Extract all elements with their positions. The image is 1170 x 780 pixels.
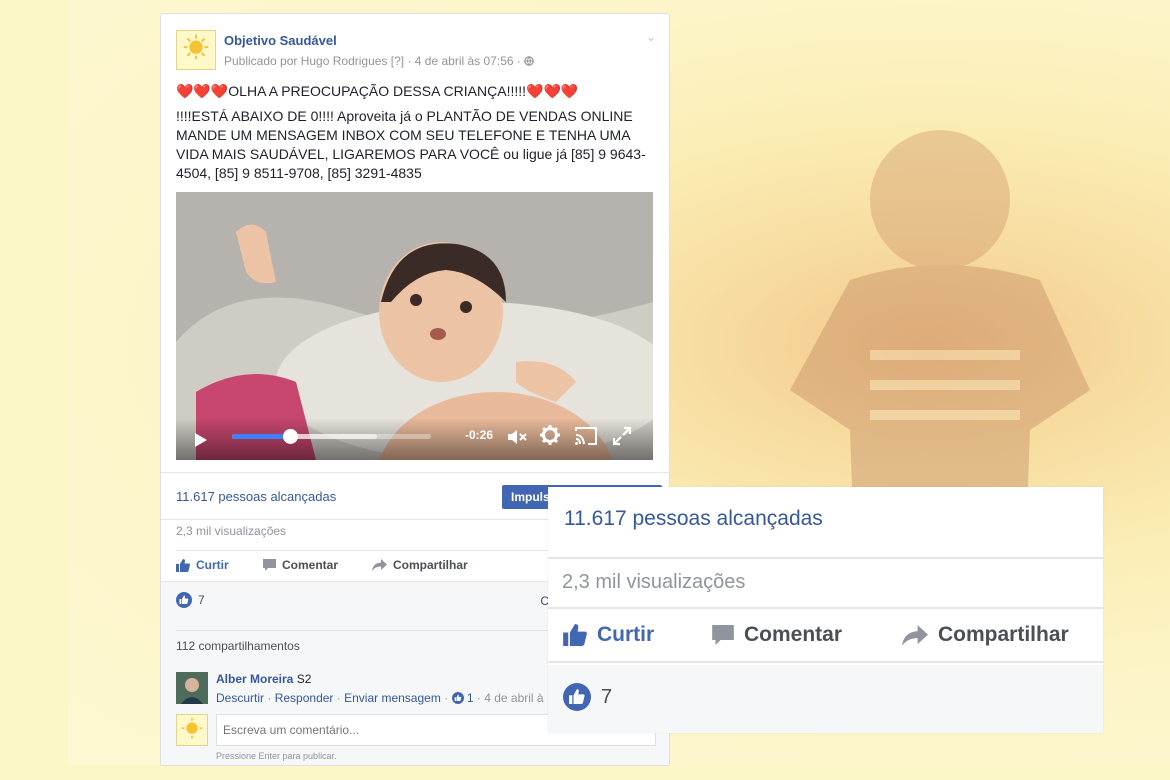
comment-like-count[interactable]: 1 bbox=[467, 691, 474, 705]
reach-link[interactable]: 11.617 pessoas alcançadas bbox=[176, 489, 336, 504]
zoom-action-bar: Curtir Comentar Compartilhar bbox=[548, 611, 1103, 663]
comment-label: Comentar bbox=[282, 558, 339, 572]
zoom-like-label: Curtir bbox=[597, 623, 655, 646]
zoom-comment-button[interactable]: Comentar bbox=[712, 623, 842, 647]
comment-author[interactable]: Alber Moreira bbox=[216, 672, 293, 686]
post-timestamp[interactable]: · 4 de abril às 07:56 · bbox=[407, 54, 520, 68]
post-meta: Publicado por Hugo Rodrigues [?] · 4 de … bbox=[224, 54, 535, 68]
comment-links: Descurtir · Responder · Enviar mensagem … bbox=[216, 691, 544, 705]
video-controls: -0:26 bbox=[176, 418, 653, 460]
zoom-likes-row: 7 bbox=[548, 665, 1103, 733]
zoom-likes-summary[interactable]: 7 bbox=[563, 683, 612, 711]
like-icon bbox=[176, 558, 190, 572]
time-remaining: -0:26 bbox=[465, 428, 494, 442]
share-label: Compartilhar bbox=[393, 558, 468, 572]
comment-time[interactable]: 4 de abril à bbox=[484, 691, 543, 705]
progress-thumb[interactable] bbox=[282, 429, 298, 444]
page-logo bbox=[176, 714, 208, 746]
play-icon[interactable] bbox=[194, 432, 208, 448]
published-by[interactable]: Publicado por Hugo Rodrigues bbox=[224, 54, 387, 68]
comment-icon bbox=[712, 625, 734, 645]
zoom-inset: 11.617 pessoas alcançadas 2,3 mil visual… bbox=[548, 487, 1103, 733]
like-button[interactable]: Curtir bbox=[176, 558, 229, 572]
mute-icon[interactable] bbox=[507, 428, 527, 446]
zoom-views-count: 2,3 mil visualizações bbox=[562, 571, 746, 593]
post-text: ❤️❤️❤️OLHA A PREOCUPAÇÃO DESSA CRIANÇA!!… bbox=[176, 82, 656, 189]
settings-icon[interactable] bbox=[539, 424, 561, 446]
likes-summary[interactable]: 7 bbox=[176, 592, 205, 608]
zoom-comment-label: Comentar bbox=[744, 623, 843, 646]
cast-icon[interactable] bbox=[574, 426, 598, 446]
page-name-link[interactable]: Objetivo Saudável bbox=[224, 33, 337, 48]
post-header: Objetivo Saudável Publicado por Hugo Rod… bbox=[176, 30, 656, 75]
zoom-share-label: Compartilhar bbox=[938, 623, 1069, 646]
post-text-body: !!!!ESTÁ ABAIXO DE 0!!!! Aproveita já o … bbox=[176, 108, 646, 181]
video-player[interactable]: -0:26 bbox=[176, 192, 653, 460]
like-count: 7 bbox=[198, 593, 205, 607]
composer-hint: Pressione Enter para publicar. bbox=[216, 751, 337, 761]
unlike-link[interactable]: Descurtir bbox=[216, 691, 264, 705]
separator: · bbox=[267, 691, 272, 705]
zoom-share-button[interactable]: Compartilhar bbox=[902, 623, 1069, 647]
like-label: Curtir bbox=[196, 558, 229, 572]
share-button[interactable]: Compartilhar bbox=[372, 558, 468, 572]
help-marker[interactable]: [?] bbox=[391, 54, 404, 68]
chevron-down-icon[interactable]: ⌄ bbox=[646, 30, 656, 44]
zoom-reach-row: 11.617 pessoas alcançadas bbox=[548, 487, 1103, 559]
separator: · bbox=[336, 691, 341, 705]
globe-icon[interactable] bbox=[524, 56, 535, 66]
like-icon bbox=[563, 683, 591, 711]
fullscreen-icon[interactable] bbox=[612, 426, 632, 446]
zoom-like-button[interactable]: Curtir bbox=[563, 623, 654, 647]
separator: · bbox=[444, 691, 449, 705]
progress-played bbox=[232, 434, 290, 439]
progress-track[interactable] bbox=[232, 429, 431, 444]
post-text-line1: ❤️❤️❤️OLHA A PREOCUPAÇÃO DESSA CRIANÇA!!… bbox=[176, 83, 579, 99]
avatar[interactable] bbox=[176, 672, 208, 704]
like-icon bbox=[176, 592, 192, 608]
reply-link[interactable]: Responder bbox=[275, 691, 334, 705]
zoom-like-count: 7 bbox=[601, 685, 613, 708]
zoom-views-row: 2,3 mil visualizações bbox=[548, 561, 1103, 609]
send-message-link[interactable]: Enviar mensagem bbox=[344, 691, 441, 705]
comment-header: Alber Moreira S2 bbox=[216, 672, 311, 686]
comment-button[interactable]: Comentar bbox=[263, 558, 338, 572]
zoom-reach-link[interactable]: 11.617 pessoas alcançadas bbox=[564, 507, 823, 531]
page-logo[interactable] bbox=[176, 30, 216, 70]
comment-icon bbox=[263, 559, 276, 571]
like-icon bbox=[451, 692, 464, 704]
share-icon bbox=[372, 559, 387, 571]
like-icon bbox=[563, 624, 587, 646]
views-count: 2,3 mil visualizações bbox=[176, 524, 287, 538]
share-icon bbox=[902, 624, 928, 646]
comment-text: S2 bbox=[296, 672, 312, 686]
separator: · bbox=[476, 691, 481, 705]
